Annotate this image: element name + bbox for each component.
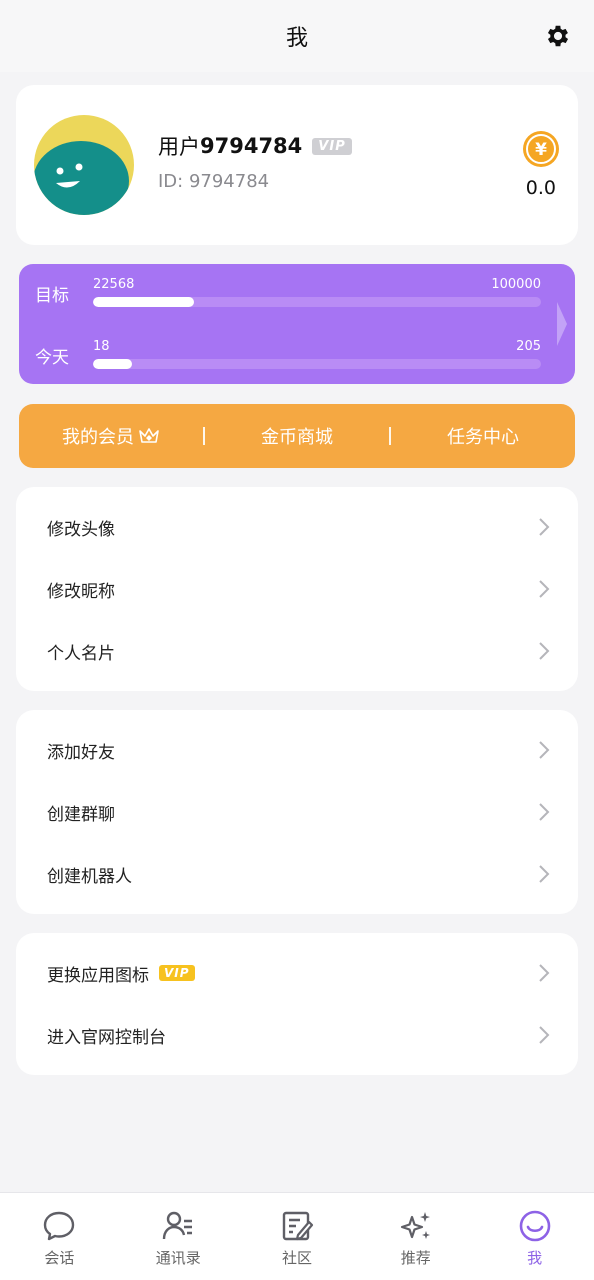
coin-icon[interactable]: ¥ [522, 130, 560, 168]
my-membership-label: 我的会员 [62, 427, 134, 448]
vip-badge: VIP [159, 965, 195, 981]
chevron-right-icon [539, 642, 550, 660]
gear-icon[interactable] [544, 22, 572, 50]
today-current: 18 [93, 339, 110, 354]
settings-group-profile: 修改头像 修改昵称 个人名片 [16, 487, 578, 691]
coin-symbol: ¥ [535, 140, 547, 160]
menu-item-label: 创建群聊 [47, 804, 115, 825]
menu-item-change-avatar[interactable]: 修改头像 [16, 496, 578, 558]
smiley-icon [519, 1210, 550, 1242]
menu-item-label: 修改昵称 [47, 581, 115, 602]
settings-group-app: 更换应用图标 VIP 进入官网控制台 [16, 933, 578, 1075]
bottom-tab-bar: 会话 通讯录 社区 推荐 我 [0, 1192, 594, 1280]
today-progress-bar [93, 359, 541, 369]
task-center-button[interactable]: 任务中心 [391, 423, 575, 449]
tab-label: 通讯录 [155, 1249, 201, 1267]
menu-item-label: 更换应用图标 [47, 965, 149, 986]
sparkle-icon [400, 1212, 430, 1239]
coin-balance: 0.0 [525, 177, 556, 199]
profile-card[interactable]: 用户 9794784 VIP ID: 9794784 ¥ 0.0 [16, 85, 578, 245]
tab-recommend[interactable]: 推荐 [356, 1193, 475, 1280]
top-bar: 我 [0, 0, 594, 72]
menu-item-label: 创建机器人 [47, 866, 132, 887]
goal-progress-card[interactable]: 目标 22568 100000 今天 18 205 [19, 264, 575, 384]
avatar[interactable] [34, 115, 134, 215]
chevron-right-icon [539, 580, 550, 598]
menu-item-add-friend[interactable]: 添加好友 [16, 719, 578, 781]
tab-label: 我 [527, 1249, 543, 1267]
target-current: 22568 [93, 277, 135, 292]
menu-item-label: 进入官网控制台 [47, 1027, 166, 1048]
target-progress-bar [93, 297, 541, 307]
coin-mall-label: 金币商城 [261, 427, 333, 448]
user-id: ID: 9794784 [158, 171, 270, 192]
chevron-right-icon [539, 865, 550, 883]
chevron-right-icon [539, 518, 550, 536]
contacts-icon [162, 1211, 193, 1240]
username-number: 9794784 [200, 134, 303, 158]
chevron-right-icon [539, 741, 550, 759]
tab-contacts[interactable]: 通讯录 [119, 1193, 238, 1280]
edit-note-icon [282, 1211, 314, 1241]
task-center-label: 任务中心 [447, 427, 519, 448]
today-progress-fill [93, 359, 133, 369]
tab-label: 社区 [281, 1249, 312, 1267]
chat-bubble-icon [44, 1211, 75, 1241]
chevron-right-icon [539, 964, 550, 982]
tab-label: 会话 [44, 1249, 75, 1267]
crown-icon [139, 428, 159, 443]
menu-item-change-nickname[interactable]: 修改昵称 [16, 558, 578, 620]
target-label: 目标 [35, 286, 69, 306]
divider [389, 427, 391, 445]
coin-mall-button[interactable]: 金币商城 [205, 423, 389, 449]
member-bar: 我的会员 金币商城 任务中心 [19, 404, 575, 468]
menu-item-change-app-icon[interactable]: 更换应用图标 VIP [16, 942, 578, 1004]
tab-label: 推荐 [400, 1249, 431, 1267]
chevron-right-icon [557, 302, 567, 346]
vip-badge: VIP [312, 137, 352, 155]
target-max: 100000 [491, 277, 541, 292]
username: 用户 9794784 VIP [158, 131, 352, 161]
tab-me[interactable]: 我 [475, 1193, 594, 1280]
my-membership-button[interactable]: 我的会员 [19, 423, 203, 449]
menu-item-create-group[interactable]: 创建群聊 [16, 781, 578, 843]
tab-chat[interactable]: 会话 [0, 1193, 119, 1280]
chevron-right-icon [539, 1026, 550, 1044]
settings-group-social: 添加好友 创建群聊 创建机器人 [16, 710, 578, 914]
menu-item-label: 修改头像 [47, 519, 115, 540]
target-progress-fill [93, 297, 195, 307]
page-title: 我 [285, 26, 308, 51]
chevron-right-icon [539, 803, 550, 821]
today-max: 205 [516, 339, 541, 354]
menu-item-create-bot[interactable]: 创建机器人 [16, 843, 578, 905]
tab-community[interactable]: 社区 [238, 1193, 357, 1280]
menu-item-label: 个人名片 [47, 643, 115, 664]
username-prefix: 用户 [158, 135, 200, 159]
today-label: 今天 [35, 348, 69, 368]
menu-item-web-console[interactable]: 进入官网控制台 [16, 1004, 578, 1066]
menu-item-business-card[interactable]: 个人名片 [16, 620, 578, 682]
divider [203, 427, 205, 445]
menu-item-label: 添加好友 [47, 742, 115, 763]
